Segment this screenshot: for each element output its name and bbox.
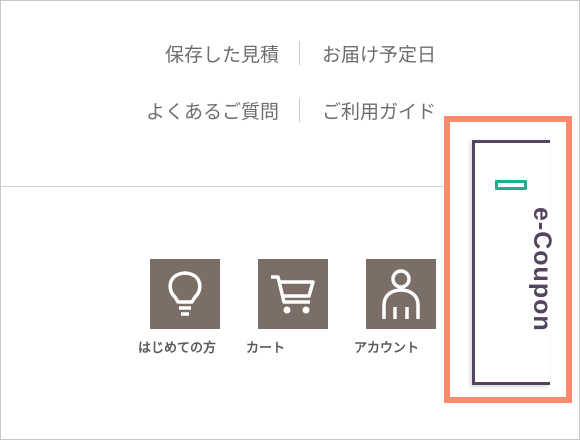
delivery-date-link[interactable]: お届け予定日 <box>322 40 436 67</box>
nav-item-label: はじめての方 <box>138 341 217 356</box>
header-divider <box>0 186 445 187</box>
nav-item-label: カート <box>246 341 286 356</box>
coupon-ticket-icon <box>495 180 527 190</box>
user-guide-link[interactable]: ご利用ガイド <box>322 97 436 124</box>
lightbulb-icon <box>150 259 220 329</box>
header-links-row-2: よくあるご質問 ご利用ガイド <box>146 95 436 125</box>
saved-quotes-link[interactable]: 保存した見積 <box>165 40 279 67</box>
person-icon <box>366 259 436 329</box>
faq-link[interactable]: よくあるご質問 <box>146 97 279 124</box>
nav-item-cart[interactable]: カート <box>246 259 354 356</box>
coupon-label: e-Coupon <box>528 207 556 332</box>
header-links-row-1: 保存した見積 お届け予定日 <box>146 38 436 68</box>
link-separator <box>298 98 300 122</box>
nav-icons: はじめての方 カート アカウント <box>138 259 462 356</box>
cart-icon <box>258 259 328 329</box>
nav-item-beginners[interactable]: はじめての方 <box>138 259 246 356</box>
nav-item-label: アカウント <box>354 341 420 356</box>
e-coupon-tab[interactable]: e-Coupon <box>472 140 556 385</box>
link-separator <box>298 41 300 65</box>
header-links: 保存した見積 お届け予定日 よくあるご質問 ご利用ガイド <box>146 38 436 152</box>
